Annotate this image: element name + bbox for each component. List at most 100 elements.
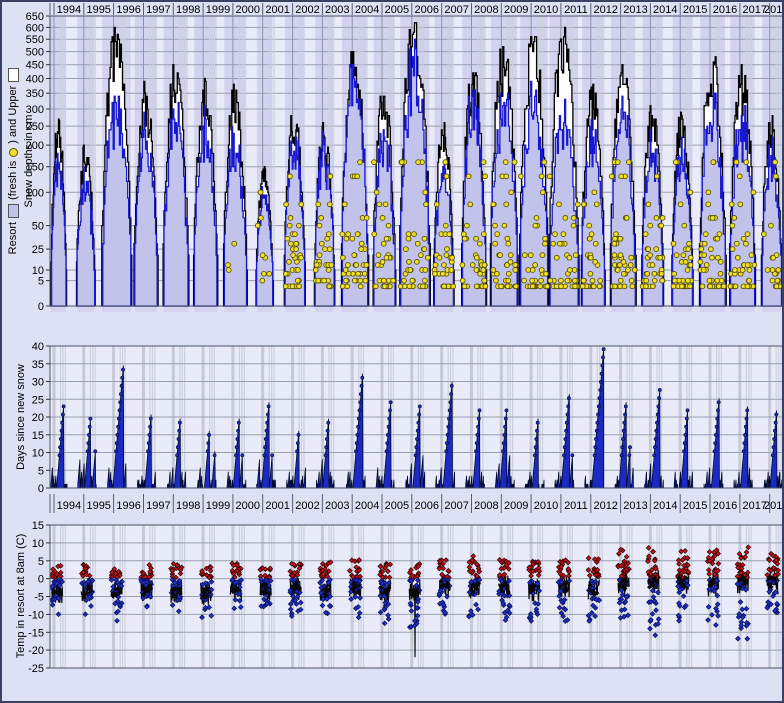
fresh-snow-point [350, 236, 355, 241]
fresh-snow-point [297, 284, 302, 289]
fresh-snow-point [648, 253, 653, 258]
label-snow-depths: Snow depths in cm [21, 115, 37, 208]
fresh-snow-point [412, 232, 417, 237]
fresh-snow-point [543, 236, 548, 241]
fresh-snow-point [628, 263, 633, 268]
fresh-snow-point [718, 260, 723, 265]
fresh-snow-point [717, 232, 722, 237]
fresh-snow-point [519, 174, 524, 179]
svg-text:2008: 2008 [474, 500, 498, 512]
fresh-snow-point [658, 255, 663, 260]
fresh-snow-point [466, 174, 471, 179]
fresh-snow-point [404, 247, 409, 252]
fresh-snow-point [296, 268, 301, 273]
label-fresh: (fresh is [5, 161, 21, 200]
fresh-snow-point [646, 202, 651, 207]
fresh-snow-point [262, 271, 267, 276]
fresh-snow-point [287, 223, 292, 228]
fresh-snow-point [460, 263, 465, 268]
fresh-snow-point [557, 241, 562, 246]
svg-text:20: 20 [32, 412, 44, 424]
svg-text:2016: 2016 [713, 500, 737, 512]
fresh-snow-point [372, 232, 377, 237]
fresh-snow-point [327, 284, 332, 289]
fresh-snow-point [686, 278, 691, 283]
fresh-snow-point [735, 255, 740, 260]
fresh-snow-point [512, 160, 517, 165]
fresh-snow-point [380, 216, 385, 221]
fresh-snow-point [326, 232, 331, 237]
fresh-snow-point [327, 247, 332, 252]
fresh-snow-point [491, 202, 496, 207]
fresh-snow-point [381, 241, 386, 246]
fresh-snow-point [358, 284, 363, 289]
fresh-snow-point [288, 216, 293, 221]
fresh-snow-point [494, 278, 499, 283]
fresh-snow-point [580, 284, 585, 289]
fresh-snow-point [415, 241, 420, 246]
fresh-snow-point [729, 202, 734, 207]
svg-text:2005: 2005 [385, 500, 409, 512]
fresh-snow-point [646, 247, 651, 252]
fresh-snow-point [481, 268, 486, 273]
fresh-snow-point [745, 232, 750, 237]
fresh-snow-point [514, 284, 519, 289]
svg-text:35: 35 [32, 359, 44, 371]
svg-text:1997: 1997 [146, 500, 170, 512]
fresh-snow-point [346, 232, 351, 237]
fresh-snow-point [630, 284, 635, 289]
fresh-snow-point [618, 278, 623, 283]
fresh-snow-point [652, 278, 657, 283]
fresh-snow-point [380, 260, 385, 265]
fresh-snow-point [629, 278, 634, 283]
fresh-snow-point [481, 232, 486, 237]
fresh-snow-point [423, 268, 428, 273]
fresh-snow-point [711, 160, 716, 165]
fresh-snow-point [509, 190, 514, 195]
fresh-snow-point [632, 268, 637, 273]
svg-text:1995: 1995 [86, 4, 110, 16]
fresh-snow-point [267, 271, 272, 276]
fresh-snow-point [313, 268, 318, 273]
svg-text:2007: 2007 [444, 4, 468, 16]
fresh-snow-point [344, 236, 349, 241]
fresh-snow-point [399, 160, 404, 165]
svg-text:25: 25 [32, 394, 44, 406]
fresh-snow-point [700, 284, 705, 289]
fresh-snow-point [226, 263, 231, 268]
fresh-snow-point [297, 223, 302, 228]
fresh-snow-point [533, 263, 538, 268]
fresh-snow-point [283, 271, 288, 276]
fresh-snow-point [671, 241, 676, 246]
fresh-snow-point [355, 174, 360, 179]
fresh-snow-point [688, 284, 693, 289]
fresh-snow-point [592, 190, 597, 195]
fresh-snow-point [541, 190, 546, 195]
fresh-snow-point [506, 271, 511, 276]
fresh-snow-point [745, 263, 750, 268]
fresh-snow-point [593, 260, 598, 265]
fresh-snow-point [732, 216, 737, 221]
fresh-snow-point [443, 223, 448, 228]
fresh-snow-point [513, 268, 518, 273]
fresh-snow-dot-icon [9, 148, 18, 157]
svg-text:2011: 2011 [564, 500, 588, 512]
fresh-snow-point [260, 253, 265, 258]
fresh-snow-point [358, 278, 363, 283]
fresh-snow-point [291, 253, 296, 258]
svg-text:2015: 2015 [683, 4, 707, 16]
fresh-snow-point [376, 253, 381, 258]
fresh-snow-point [530, 278, 535, 283]
fresh-snow-point [542, 160, 547, 165]
fresh-snow-point [660, 216, 665, 221]
fresh-snow-point [539, 174, 544, 179]
fresh-snow-point [708, 284, 713, 289]
fresh-snow-point [299, 202, 304, 207]
svg-text:2000: 2000 [236, 4, 260, 16]
fresh-snow-point [283, 284, 288, 289]
fresh-snow-point [421, 284, 426, 289]
fresh-snow-point [437, 255, 442, 260]
svg-text:2006: 2006 [415, 4, 439, 16]
fresh-snow-point [680, 284, 685, 289]
fresh-snow-point [493, 241, 498, 246]
